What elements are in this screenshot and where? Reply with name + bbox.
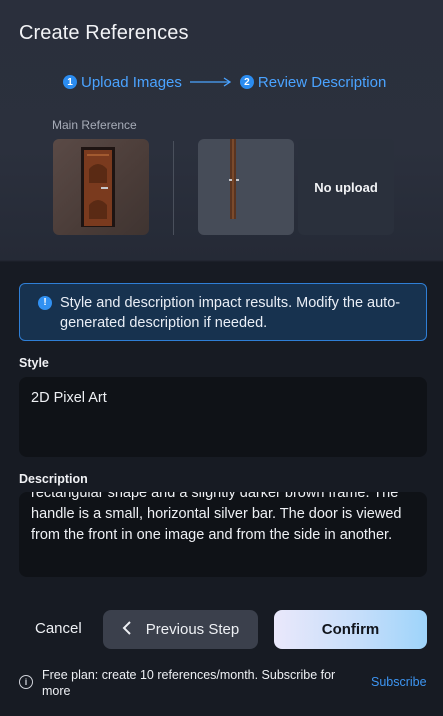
description-text: rectangular shape and a slightly darker …	[31, 492, 402, 543]
description-textarea[interactable]: rectangular shape and a slightly darker …	[19, 492, 427, 577]
style-label: Style	[19, 356, 49, 370]
subscribe-link[interactable]: Subscribe	[371, 675, 427, 689]
main-reference-label: Main Reference	[52, 118, 137, 132]
reference-image-2[interactable]	[198, 139, 294, 235]
style-input[interactable]: 2D Pixel Art	[19, 377, 427, 457]
arrow-right-icon	[189, 76, 232, 88]
dialog-title: Create References	[19, 22, 189, 44]
previous-step-label: Previous Step	[145, 621, 240, 638]
info-icon: !	[38, 296, 52, 310]
step-label: Upload Images	[81, 73, 182, 91]
main-reference-image[interactable]	[53, 139, 149, 235]
no-upload-label: No upload	[314, 179, 378, 195]
info-banner: ! Style and description impact results. …	[19, 283, 427, 341]
confirm-button[interactable]: Confirm	[274, 610, 427, 649]
reference-divider	[173, 141, 174, 235]
info-circle-icon: i	[19, 675, 33, 689]
description-label: Description	[19, 472, 88, 486]
step-number-1: 1	[63, 75, 77, 89]
empty-reference-slot[interactable]: No upload	[298, 139, 394, 235]
step-review-description[interactable]: 2 Review Description	[239, 73, 387, 91]
info-text: Style and description impact results. Mo…	[60, 295, 401, 331]
step-upload-images[interactable]: 1 Upload Images	[63, 74, 182, 91]
plan-notice: Free plan: create 10 references/month. S…	[42, 668, 336, 698]
step-number-2: 2	[239, 75, 254, 89]
chevron-left-icon	[122, 620, 132, 640]
stepper: 1 Upload Images 2 Review Description	[63, 72, 386, 92]
previous-step-button[interactable]: Previous Step	[103, 610, 258, 649]
create-references-dialog: Create References 1 Upload Images 2 Revi…	[0, 0, 443, 716]
step-label: Review Description	[257, 73, 387, 91]
confirm-label: Confirm	[321, 621, 380, 638]
cancel-button[interactable]: Cancel	[35, 620, 82, 637]
